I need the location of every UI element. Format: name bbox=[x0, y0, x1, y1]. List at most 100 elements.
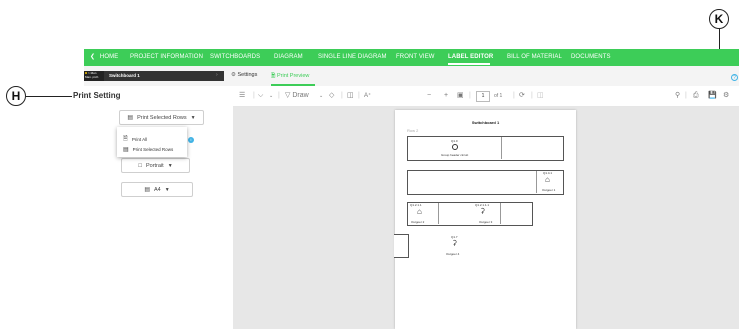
label-name: Outgoer 4 bbox=[446, 252, 460, 256]
read-aloud-icon[interactable]: A⁺ bbox=[364, 86, 371, 106]
page-number-input[interactable]: 1 bbox=[476, 91, 490, 102]
label-code: Q1.0 bbox=[451, 139, 458, 143]
nav-diagram[interactable]: DIAGRAM bbox=[274, 49, 303, 66]
list-icon[interactable]: ☰ bbox=[239, 86, 245, 106]
highlight-caret-icon[interactable]: ⌄ bbox=[269, 86, 273, 106]
fit-page-icon[interactable]: ▣ bbox=[457, 86, 464, 106]
text-box-icon[interactable]: ◫ bbox=[347, 86, 354, 106]
nav-project-information[interactable]: PROJECT INFORMATION bbox=[130, 49, 203, 66]
menu-item-print-all[interactable]: 🗎 Print All bbox=[123, 134, 147, 144]
label-strip[interactable] bbox=[407, 170, 564, 195]
project-badge: > Mon Man. prch bbox=[84, 71, 104, 81]
print-icon[interactable]: ⎙ bbox=[693, 86, 699, 106]
zoom-out-icon[interactable]: − bbox=[427, 86, 431, 106]
settings-gear-icon[interactable]: ⚙ bbox=[723, 86, 729, 106]
lighting-icon: ⚳ bbox=[452, 240, 458, 247]
toolbar-divider: | bbox=[513, 92, 515, 99]
orientation-dropdown[interactable]: □ Portrait ▼ bbox=[121, 158, 190, 173]
caret-down-icon: ▼ bbox=[190, 114, 196, 121]
label-name: Outgoer 1 bbox=[542, 188, 556, 192]
toolbar-divider: | bbox=[469, 92, 471, 99]
nav-front-view[interactable]: FRONT VIEW bbox=[396, 49, 435, 66]
caret-down-icon: ▼ bbox=[164, 186, 170, 193]
nav-switchboards[interactable]: SWITCHBOARDS bbox=[210, 49, 260, 66]
label-name: Group header circuit bbox=[441, 153, 469, 157]
print-selected-icon: ▤ bbox=[123, 147, 129, 153]
panel-title: Print Setting bbox=[73, 91, 121, 100]
toolbar-divider: | bbox=[358, 92, 360, 99]
badge-line-2: Man. prch bbox=[85, 75, 99, 79]
nav-active-indicator bbox=[448, 63, 490, 65]
badge-status-dot bbox=[85, 72, 87, 74]
outgoer-house-icon: ⌂ bbox=[417, 207, 422, 216]
page-count-label: of 1 bbox=[494, 93, 503, 99]
callout-h-line bbox=[26, 96, 72, 97]
preview-toolbar: ☰ | ⌵ ⌄ | ▽ Draw ⌄ ◇ | ◫ | A⁺ − + ▣ | 1 … bbox=[233, 86, 739, 107]
search-icon[interactable]: ⚲ bbox=[675, 86, 680, 106]
settings-sliders-icon: ⚙ bbox=[231, 72, 236, 78]
toolbar-divider: | bbox=[278, 92, 280, 99]
paper-size-label: A4 bbox=[153, 186, 161, 193]
zoom-in-icon[interactable]: + bbox=[444, 86, 448, 106]
rotate-icon[interactable]: ⟳ bbox=[519, 86, 525, 106]
page-icon: □ bbox=[138, 162, 142, 169]
info-badge-icon: i bbox=[188, 137, 194, 143]
print-settings-panel: Print Setting ▤ Print Selected Rows ▼ i … bbox=[73, 86, 233, 329]
help-icon[interactable]: ? bbox=[731, 74, 738, 81]
label-name: Outgoer 2 bbox=[411, 220, 425, 224]
label-divider bbox=[500, 203, 501, 224]
label-strip[interactable] bbox=[407, 202, 533, 226]
orientation-label: Portrait bbox=[145, 162, 164, 169]
breadcrumb[interactable]: > Mon Man. prch Switchboard 1 › bbox=[84, 71, 224, 81]
paper-size-icon: ▤ bbox=[144, 187, 150, 193]
print-rows-dropdown[interactable]: ▤ Print Selected Rows ▼ bbox=[119, 110, 204, 125]
nav-bill-of-material[interactable]: BILL OF MATERIAL bbox=[507, 49, 562, 66]
draw-pen-icon: ▽ bbox=[285, 92, 291, 99]
caret-down-icon: ▼ bbox=[167, 162, 173, 169]
motor-symbol-icon bbox=[452, 144, 458, 150]
print-rows-menu: 🗎 Print All ▤ Print Selected Rows bbox=[117, 127, 187, 157]
label-divider bbox=[501, 137, 502, 159]
print-all-icon: 🗎 bbox=[123, 136, 128, 142]
eraser-icon[interactable]: ◇ bbox=[329, 86, 334, 106]
nav-documents[interactable]: DOCUMENTS bbox=[571, 49, 611, 66]
toolbar-divider: | bbox=[341, 92, 343, 99]
preview-title: Switchboard 1 bbox=[471, 120, 500, 125]
highlight-icon[interactable]: ⌵ bbox=[258, 86, 263, 106]
chevron-left-icon: ❮ bbox=[90, 54, 96, 60]
draw-caret-icon[interactable]: ⌄ bbox=[319, 86, 323, 106]
lighting-icon: ⚳ bbox=[480, 208, 486, 215]
save-icon[interactable]: 💾 bbox=[708, 86, 717, 106]
menu-item-print-selected[interactable]: ▤ Print Selected Rows bbox=[123, 146, 173, 153]
label-strip[interactable] bbox=[407, 136, 564, 161]
label-strip[interactable] bbox=[394, 234, 409, 258]
toolbar-divider: | bbox=[253, 92, 255, 99]
draw-button[interactable]: ▽ Draw bbox=[285, 86, 309, 106]
two-page-view-icon[interactable]: ◫ bbox=[537, 86, 544, 106]
toolbar-divider: | bbox=[685, 92, 687, 99]
paper-size-dropdown[interactable]: ▤ A4 ▼ bbox=[121, 182, 193, 197]
nav-home[interactable]: ❮ HOME bbox=[90, 49, 118, 66]
callout-k: K bbox=[709, 9, 729, 29]
menu-item-print-selected-label: Print Selected Rows bbox=[132, 147, 174, 152]
outgoer-house-icon: ⌂ bbox=[545, 175, 550, 184]
draw-label: Draw bbox=[292, 92, 309, 99]
tab-print-preview-label: Print Preview bbox=[276, 73, 310, 79]
document-icon: 🗎 bbox=[271, 73, 276, 79]
label-code: Q1.7 bbox=[451, 235, 458, 239]
top-navigation-bar: ❮ HOME PROJECT INFORMATION SWITCHBOARDS … bbox=[84, 49, 739, 66]
chevron-right-icon: › bbox=[216, 72, 218, 78]
nav-home-label: HOME bbox=[99, 54, 119, 60]
nav-single-line-diagram[interactable]: SINGLE LINE DIAGRAM bbox=[318, 49, 387, 66]
tab-settings[interactable]: ⚙ Settings bbox=[231, 72, 257, 78]
tab-print-preview[interactable]: 🗎 Print Preview bbox=[271, 72, 309, 81]
callout-k-letter: K bbox=[714, 12, 724, 26]
row-label: Row 2 bbox=[407, 128, 419, 133]
callout-h-letter: H bbox=[11, 89, 21, 103]
callout-h: H bbox=[6, 86, 26, 106]
label-divider bbox=[438, 203, 439, 224]
breadcrumb-switchboard-name: Switchboard 1 bbox=[109, 73, 140, 78]
label-divider bbox=[536, 171, 537, 193]
label-name: Outgoer 3 bbox=[479, 220, 493, 224]
print-rows-icon: ▤ bbox=[127, 115, 134, 121]
